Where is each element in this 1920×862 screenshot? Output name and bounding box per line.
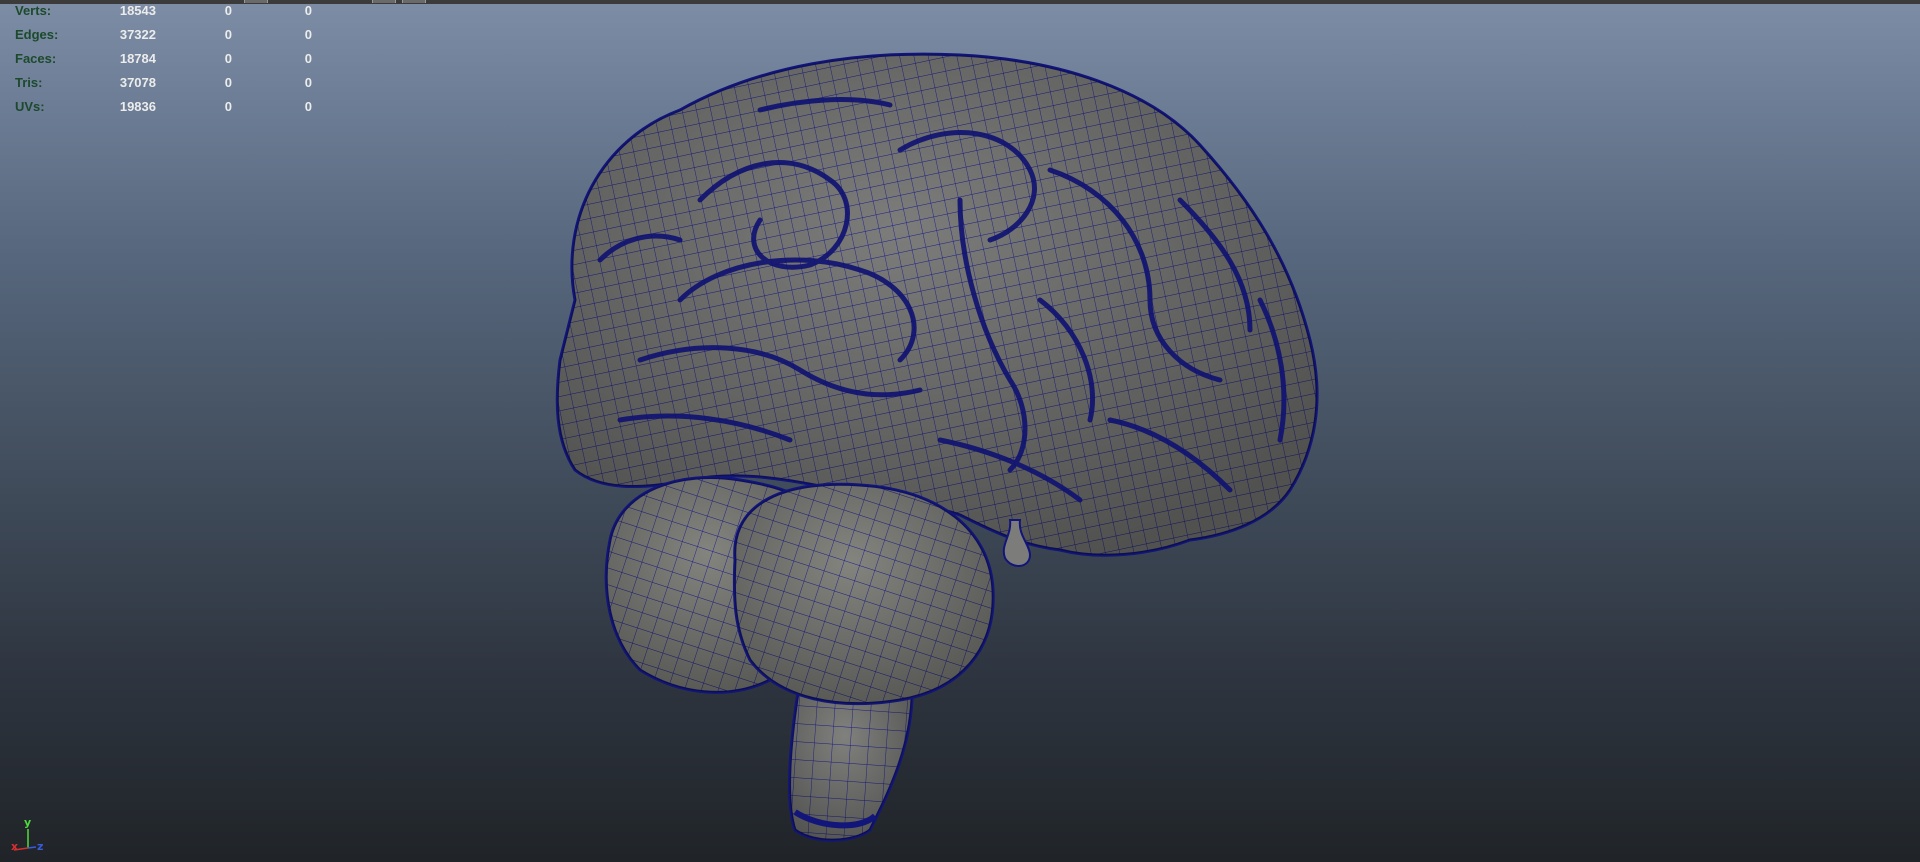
- hud-triangles: 0: [304, 75, 312, 90]
- hud-triangles: 0: [304, 51, 312, 66]
- hud-selected: 0: [224, 3, 232, 18]
- hud-total: 18543: [119, 3, 156, 18]
- hud-row-uvs: UVs: 19836 0 0: [0, 99, 330, 115]
- hud-selected: 0: [224, 51, 232, 66]
- hud-label: Tris:: [15, 75, 43, 90]
- poly-count-hud: Verts: 18543 0 0 Edges: 37322 0 0 Faces:…: [0, 0, 330, 122]
- axis-x-label: x: [11, 840, 19, 853]
- hud-triangles: 0: [304, 3, 312, 18]
- hud-row-verts: Verts: 18543 0 0: [0, 3, 330, 19]
- axis-gizmo: y x z: [6, 816, 50, 858]
- hud-label: Verts:: [15, 3, 52, 18]
- hud-label: Edges:: [15, 27, 59, 42]
- hud-selected: 0: [224, 75, 232, 90]
- cerebellum: [604, 476, 995, 706]
- hud-total: 37078: [119, 75, 156, 90]
- hud-total: 37322: [119, 27, 156, 42]
- hud-total: 19836: [119, 99, 156, 114]
- hud-triangles: 0: [304, 27, 312, 42]
- hud-row-tris: Tris: 37078 0 0: [0, 75, 330, 91]
- hud-selected: 0: [224, 27, 232, 42]
- hud-triangles: 0: [304, 99, 312, 114]
- brain-mesh[interactable]: [0, 0, 1920, 862]
- hud-total: 18784: [119, 51, 156, 66]
- hud-label: UVs:: [15, 99, 45, 114]
- 3d-viewport[interactable]: Verts: 18543 0 0 Edges: 37322 0 0 Faces:…: [0, 0, 1920, 862]
- hud-label: Faces:: [15, 51, 57, 66]
- axis-z-label: z: [37, 840, 44, 853]
- hud-row-edges: Edges: 37322 0 0: [0, 27, 330, 43]
- axis-y-label: y: [24, 816, 32, 829]
- cerebrum: [555, 52, 1319, 557]
- hud-selected: 0: [224, 99, 232, 114]
- hud-row-faces: Faces: 18784 0 0: [0, 51, 330, 67]
